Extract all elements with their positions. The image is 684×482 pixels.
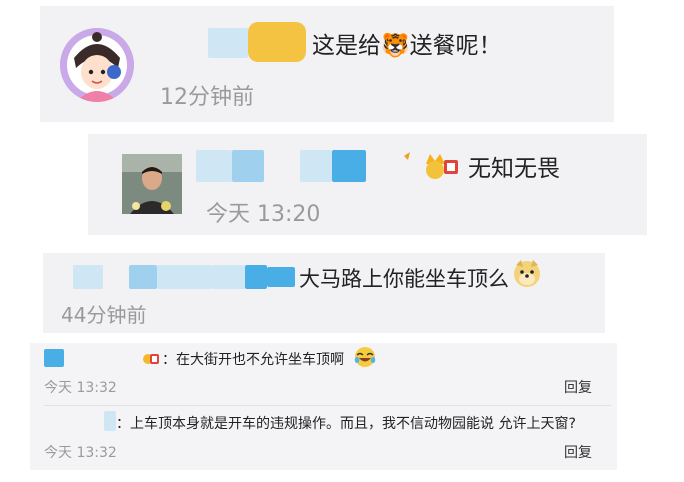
blurred-username [73,265,103,289]
reply-time: 今天 13:32 [44,380,117,396]
comment-text-content: 大马路上你能坐车顶么 [299,267,509,291]
laugh-cry-emoji-icon [354,346,376,372]
blurred-username [208,28,248,58]
reply-button[interactable]: 回复 [564,442,592,462]
comment-text: 这是给🐯送餐呢！ [312,33,502,59]
blurred-username [232,150,264,182]
comment-text: 大马路上你能坐车顶么 [299,263,509,293]
comment-time: 12分钟前 [160,85,254,110]
blurred-username [44,349,64,367]
comment-card: 无知无畏 今天 13:20 [88,134,647,235]
blurred-username [267,267,295,287]
doge-emoji-icon [511,257,543,293]
blurred-username [245,265,267,289]
blurred-username [157,265,211,289]
blurred-username [332,150,366,182]
blurred-username [104,411,116,431]
reply-text: ：上车顶本身就是开车的违规操作。而且，我不信动物园能说 允许上天窗? [116,416,576,432]
comment-text: 无知无畏 [468,156,560,182]
avatar[interactable] [60,28,134,102]
reply-button[interactable]: 回复 [564,377,592,397]
comment-card: 大马路上你能坐车顶么 44分钟前 [43,253,605,333]
reply-time: 今天 13:32 [44,445,117,461]
comment-time: 今天 13:20 [206,202,321,227]
comment-card: 这是给🐯送餐呢！ 12分钟前 [40,6,614,122]
badge-icon [142,349,160,371]
avatar-cartoon-icon [60,28,134,102]
divider [44,405,611,406]
avatar[interactable] [122,154,182,214]
crown-badge-icon [402,146,460,184]
blurred-username [211,265,245,289]
avatar-man-icon [122,154,182,214]
blurred-username [248,22,306,62]
blurred-username [196,150,232,182]
reply-text: ：在大街开也不允许坐车顶啊 [162,352,344,368]
blurred-username [129,265,157,289]
replies-card: ：在大街开也不允许坐车顶啊 今天 13:32 回复 ：上车顶本身就是开车的违规操… [30,343,617,470]
blurred-username [300,150,332,182]
comment-time: 44分钟前 [61,303,147,327]
